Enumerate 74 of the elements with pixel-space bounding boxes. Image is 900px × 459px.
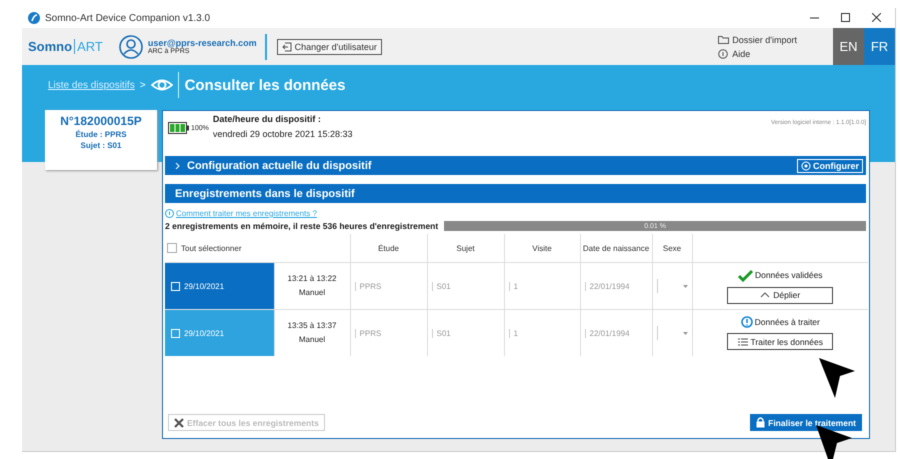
caret-icon (175, 162, 181, 168)
language-tab[interactable]: EN (833, 28, 864, 65)
recording-mode: Manuel (298, 334, 326, 346)
sex-dropdown[interactable] (656, 326, 691, 340)
help-icon (165, 209, 174, 218)
recording-time: 13:35 à 13:37 (286, 320, 338, 332)
table-cell: 22/01/1994 (584, 328, 651, 338)
page-title: Consulter les données (178, 72, 346, 98)
date-cell[interactable]: 29/10/2021 (165, 310, 274, 356)
datetime-label: Date/heure du dispositif : (212, 114, 322, 124)
table-cell: S01 (432, 282, 503, 290)
configuration-header[interactable]: Configuration actuelle du dispositif Configurer (165, 156, 866, 175)
cursor-icon (818, 357, 856, 399)
device-subject: Sujet : S01 (80, 141, 122, 150)
table-cell: 1 (508, 282, 579, 290)
recording-date: 29/10/2021 (184, 282, 224, 290)
sign-out-icon (282, 42, 292, 52)
logo-text: Somno (28, 39, 72, 54)
device-datetime: vendredi 29 octobre 2021 15:28:33 (212, 129, 354, 139)
maximize-icon (841, 13, 850, 22)
device-study: Étude : PPRS (75, 130, 127, 139)
window-title: Somno-Art Device Companion v1.3.0 (45, 12, 212, 24)
device-serial: N°182000015P (60, 114, 142, 128)
header-link[interactable]: Aide (718, 48, 797, 58)
check-icon (738, 268, 753, 282)
help-icon (718, 48, 730, 58)
column-header: Étude (378, 244, 399, 252)
user-email: user@pprs-research.com (148, 38, 257, 48)
table-cell: PPRS (354, 282, 426, 290)
caret-icon (682, 332, 688, 334)
column-header: Sexe (662, 244, 682, 252)
column-header: Date de naissance (582, 244, 650, 252)
table-cell: S01 (432, 328, 503, 338)
folder-icon (718, 34, 730, 44)
help-link[interactable]: Comment traiter mes enregistrements ? (165, 209, 317, 218)
language-tab[interactable]: FR (864, 28, 895, 65)
device-card[interactable]: N°182000015P Étude : PPRS Sujet : S01 (45, 110, 157, 170)
row-checkbox[interactable] (171, 328, 180, 338)
switch-user-button[interactable]: Changer d'utilisateur (276, 38, 382, 54)
select-all-checkbox[interactable] (167, 243, 177, 253)
chevron-up-icon (760, 292, 770, 298)
list-icon (738, 338, 748, 346)
recording-date: 29/10/2021 (184, 328, 224, 338)
lock-icon (756, 417, 766, 428)
battery-icon (168, 122, 190, 134)
eye-icon (150, 77, 173, 93)
configure-button[interactable]: Configurer (797, 158, 863, 172)
section-title: Enregistrements dans le dispositif (175, 188, 355, 200)
header-link[interactable]: Dossier d'import (718, 34, 797, 44)
status-label: Données à traiter (754, 317, 820, 327)
row-checkbox[interactable] (171, 282, 180, 290)
breadcrumb-separator: > (140, 80, 146, 90)
section-title: Configuration actuelle du dispositif (187, 160, 372, 172)
info-icon (740, 316, 753, 328)
date-cell[interactable]: 29/10/2021 (165, 262, 274, 310)
caret-icon (682, 284, 688, 288)
app-icon (28, 12, 40, 24)
table-cell: PPRS (354, 328, 426, 338)
recording-mode: Manuel (298, 287, 326, 299)
sex-dropdown[interactable] (656, 279, 691, 293)
recording-time: 13:21 à 13:22 (286, 273, 338, 285)
memory-summary: 2 enregistrements en mémoire, il reste 536 heures d'enregistrement (165, 221, 438, 231)
table-cell: 1 (508, 328, 579, 338)
expand-button[interactable]: Déplier (727, 286, 834, 304)
table-cell: 22/01/1994 (584, 282, 651, 290)
column-header: Sujet (456, 244, 475, 252)
select-all-label: Tout sélectionner (181, 244, 242, 252)
close-icon (872, 13, 881, 22)
process-button[interactable]: Traiter les données (727, 333, 834, 350)
logo-text: ART (74, 39, 103, 54)
close-icon (174, 418, 184, 428)
status-label: Données validées (754, 270, 823, 280)
column-header: Visite (532, 244, 552, 252)
user-avatar-icon (118, 34, 143, 58)
